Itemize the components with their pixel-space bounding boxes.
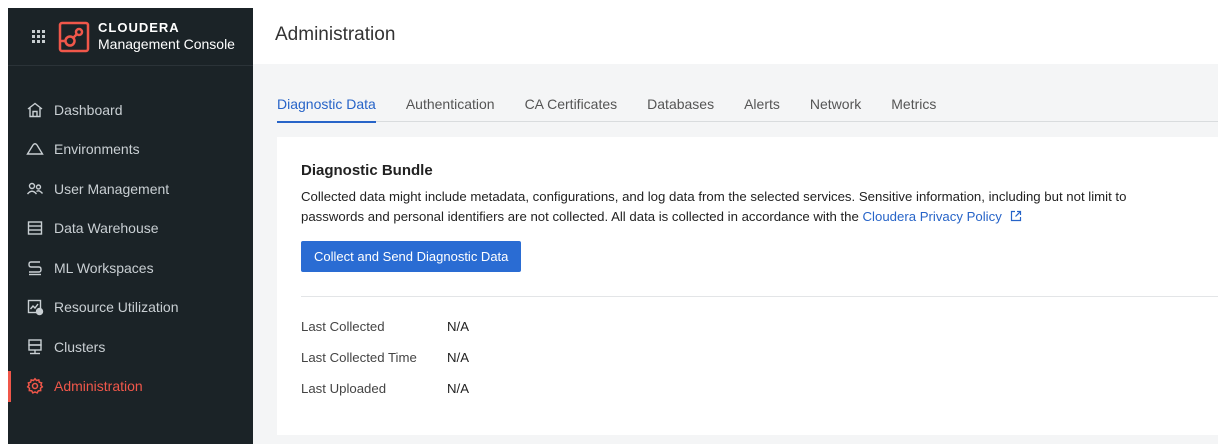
cloudera-logo-icon[interactable] <box>58 21 90 53</box>
main-content: Diagnostic Data Authentication CA Certif… <box>253 64 1218 444</box>
sidebar-item-ml-workspaces[interactable]: ML Workspaces <box>8 248 253 288</box>
tab-alerts[interactable]: Alerts <box>744 90 780 122</box>
users-icon <box>26 180 44 198</box>
sidebar: CLOUDERA Management Console Dashboard En… <box>8 8 253 444</box>
status-label: Last Collected <box>301 319 385 334</box>
tab-ca-certificates[interactable]: CA Certificates <box>525 90 618 122</box>
status-value: N/A <box>447 350 469 365</box>
sidebar-item-user-management[interactable]: User Management <box>8 169 253 209</box>
tab-diagnostic-data[interactable]: Diagnostic Data <box>277 90 376 123</box>
status-value: N/A <box>447 381 469 396</box>
server-icon <box>26 338 44 356</box>
ml-icon <box>26 259 44 277</box>
sidebar-item-administration[interactable]: Administration <box>8 367 253 407</box>
diagnostic-bundle-card: Diagnostic Bundle Collected data might i… <box>277 137 1218 435</box>
brand-subtitle: Management Console <box>98 35 235 52</box>
sidebar-item-data-warehouse[interactable]: Data Warehouse <box>8 209 253 249</box>
status-value: N/A <box>447 319 469 334</box>
sidebar-item-label: Dashboard <box>54 101 123 118</box>
card-description: Collected data might include metadata, c… <box>301 187 1201 227</box>
sidebar-item-label: User Management <box>54 180 170 197</box>
status-label: Last Uploaded <box>301 381 387 396</box>
brand-header: CLOUDERA Management Console <box>8 8 253 66</box>
app-switcher-icon[interactable] <box>32 29 46 44</box>
brand-text: CLOUDERA Management Console <box>98 19 235 52</box>
divider <box>301 296 1218 297</box>
admin-tabs: Diagnostic Data Authentication CA Certif… <box>277 90 1218 123</box>
status-row-last-uploaded: Last Uploaded N/A <box>301 381 469 412</box>
external-link-icon[interactable] <box>1010 210 1022 222</box>
sidebar-item-label: Administration <box>54 378 143 395</box>
brand-name: CLOUDERA <box>98 19 180 35</box>
privacy-policy-link[interactable]: Cloudera Privacy Policy <box>863 209 1002 224</box>
sidebar-item-label: ML Workspaces <box>54 259 154 276</box>
tab-databases[interactable]: Databases <box>647 90 714 122</box>
diagnostic-status-list: Last Collected N/A Last Collected Time N… <box>301 319 469 412</box>
gear-icon <box>26 377 44 395</box>
cloud-icon <box>26 140 44 158</box>
sidebar-item-environments[interactable]: Environments <box>8 130 253 170</box>
tab-network[interactable]: Network <box>810 90 861 122</box>
description-line-2-text: passwords and personal identifiers are n… <box>301 209 863 224</box>
sidebar-nav: Dashboard Environments User Management D… <box>8 90 253 406</box>
page-title: Administration <box>275 24 396 45</box>
sidebar-item-resource-utilization[interactable]: Resource Utilization <box>8 288 253 328</box>
sidebar-item-dashboard[interactable]: Dashboard <box>8 90 253 130</box>
status-row-last-collected-time: Last Collected Time N/A <box>301 350 469 381</box>
home-icon <box>26 101 44 119</box>
description-line-1: Collected data might include metadata, c… <box>301 189 1127 204</box>
card-title: Diagnostic Bundle <box>301 162 433 179</box>
description-line-2: passwords and personal identifiers are n… <box>301 207 1201 227</box>
sidebar-item-label: Data Warehouse <box>54 220 159 237</box>
sidebar-item-label: Environments <box>54 141 140 158</box>
status-row-last-collected: Last Collected N/A <box>301 319 469 350</box>
tab-authentication[interactable]: Authentication <box>406 90 495 122</box>
sidebar-item-label: Clusters <box>54 338 106 355</box>
sidebar-item-clusters[interactable]: Clusters <box>8 327 253 367</box>
status-label: Last Collected Time <box>301 350 417 365</box>
database-icon <box>26 219 44 237</box>
page-header: Administration <box>253 0 1218 64</box>
sidebar-item-label: Resource Utilization <box>54 299 179 316</box>
collect-send-diagnostic-button[interactable]: Collect and Send Diagnostic Data <box>301 241 522 272</box>
chart-icon <box>26 298 44 316</box>
tab-metrics[interactable]: Metrics <box>891 90 936 122</box>
